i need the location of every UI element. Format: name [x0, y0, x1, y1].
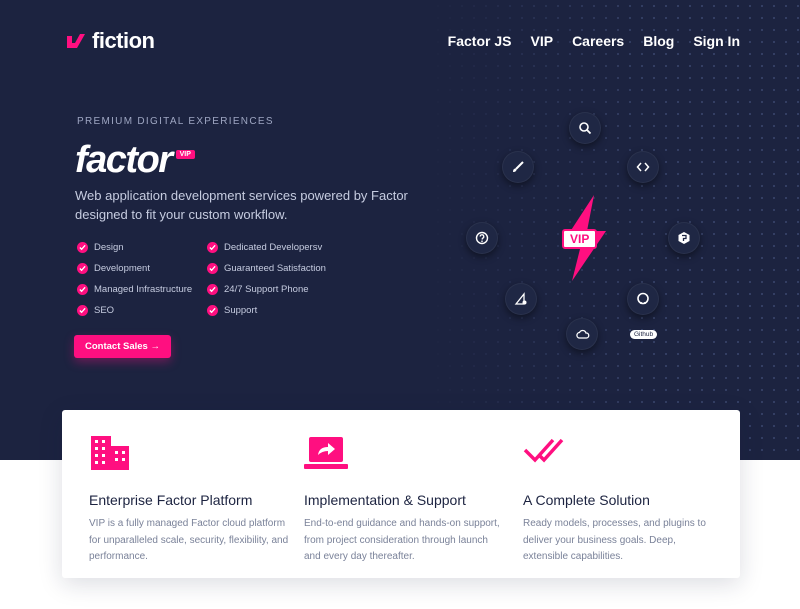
feature-label: Design [94, 241, 124, 253]
nav-sign-in[interactable]: Sign In [693, 33, 740, 49]
service-description: End-to-end guidance and hands-on support… [304, 518, 500, 562]
nav-careers[interactable]: Careers [572, 33, 624, 49]
feature-label: Guaranteed Satisfaction [224, 262, 326, 274]
brush-icon[interactable] [502, 151, 534, 183]
feature-item: Design [77, 240, 207, 254]
vip-badge: VIP [175, 150, 195, 159]
building-icon [89, 432, 289, 476]
feature-label: Managed Infrastructure [94, 283, 193, 295]
feature-item: Managed Infrastructure [77, 282, 207, 296]
github-icon[interactable] [627, 283, 659, 315]
contact-sales-button[interactable]: Contact Sales → [74, 335, 171, 358]
check-icon [77, 262, 88, 274]
check-icon [207, 262, 218, 274]
nav-blog[interactable]: Blog [643, 33, 674, 49]
service-column: A Complete Solution Ready models, proces… [523, 432, 723, 566]
check-icon [77, 283, 88, 295]
feature-item: Dedicated Developersv [207, 240, 347, 254]
service-description: VIP is a fully managed Factor cloud plat… [89, 518, 289, 562]
feature-item: Support [207, 303, 347, 317]
service-column: Enterprise Factor Platform VIP is a full… [89, 432, 289, 566]
feature-label: SEO [94, 304, 115, 316]
github-label: Github [630, 330, 658, 339]
logo[interactable]: fiction [64, 28, 155, 54]
fiction-logo-icon [67, 34, 85, 48]
hero-section: fiction Factor JS VIP Careers Blog Sign … [0, 0, 800, 460]
check-icon [207, 304, 218, 316]
cloud-icon[interactable] [566, 318, 598, 350]
main-nav: Factor JS VIP Careers Blog Sign In [448, 33, 740, 49]
nav-factor-js[interactable]: Factor JS [448, 33, 512, 49]
center-vip-badge: VIP [562, 229, 598, 249]
double-check-icon [523, 432, 723, 476]
feature-list: Design Dedicated Developersv Development… [77, 240, 347, 317]
check-icon [207, 241, 218, 253]
help-icon[interactable] [466, 222, 498, 254]
tagline: Web application development services pow… [75, 188, 408, 222]
eyebrow-text: PREMIUM DIGITAL EXPERIENCES [77, 116, 274, 127]
feature-item: SEO [77, 303, 207, 317]
feature-label: 24/7 Support Phone [224, 283, 309, 295]
check-icon [207, 283, 218, 295]
feature-item: Guaranteed Satisfaction [207, 261, 347, 275]
brand-text: factor [75, 139, 173, 181]
feature-item: Development [77, 261, 207, 275]
brand-heading: factor VIP [75, 140, 195, 180]
logo-text: fiction [92, 28, 155, 53]
services-card: Enterprise Factor Platform VIP is a full… [62, 410, 740, 578]
ruler-pencil-icon[interactable] [505, 283, 537, 315]
check-icon [77, 304, 88, 316]
service-title: A Complete Solution [523, 492, 650, 508]
check-icon [77, 241, 88, 253]
service-title: Implementation & Support [304, 492, 466, 508]
laptop-share-icon [304, 432, 504, 476]
package-icon[interactable] [668, 222, 700, 254]
service-description: Ready models, processes, and plugins to … [523, 518, 706, 562]
nav-vip[interactable]: VIP [530, 33, 553, 49]
feature-label: Dedicated Developersv [224, 241, 323, 253]
feature-item: 24/7 Support Phone [207, 282, 347, 296]
code-icon[interactable] [627, 151, 659, 183]
feature-label: Development [94, 262, 150, 274]
feature-label: Support [224, 304, 258, 316]
service-column: Implementation & Support End-to-end guid… [304, 432, 504, 566]
service-title: Enterprise Factor Platform [89, 492, 253, 508]
search-icon[interactable] [569, 112, 601, 144]
